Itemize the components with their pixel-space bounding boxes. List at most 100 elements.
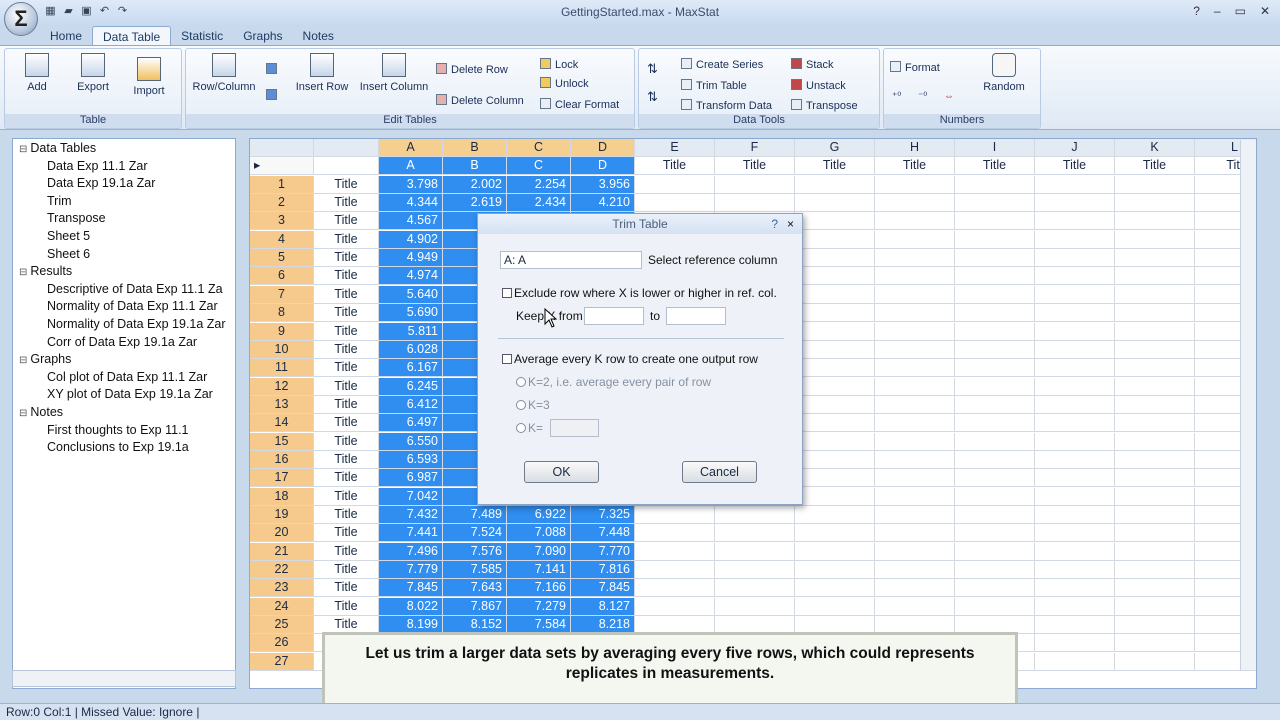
exclude-row-checkbox[interactable]	[502, 288, 512, 298]
table-cell[interactable]	[1035, 561, 1115, 580]
table-cell[interactable]	[1035, 414, 1115, 433]
table-cell[interactable]	[795, 322, 875, 341]
table-cell[interactable]	[1035, 359, 1115, 378]
row-header[interactable]: 12	[250, 377, 314, 396]
table-cell[interactable]	[1035, 175, 1115, 194]
table-cell[interactable]	[1115, 432, 1195, 451]
table-cell[interactable]	[875, 487, 955, 506]
row-title-cell[interactable]: Title	[314, 267, 379, 286]
tree-item[interactable]: Corr of Data Exp 19.1a Zar	[47, 335, 197, 349]
table-cell[interactable]	[795, 359, 875, 378]
table-cell[interactable]	[955, 524, 1035, 543]
cancel-button[interactable]: Cancel	[682, 461, 757, 483]
row-title-cell[interactable]: Title	[314, 542, 379, 561]
table-cell[interactable]	[795, 524, 875, 543]
tree-folder[interactable]: Notes	[19, 405, 63, 419]
column-header[interactable]: F	[715, 139, 795, 157]
table-cell[interactable]	[715, 579, 795, 598]
table-cell[interactable]	[1035, 450, 1115, 469]
table-cell[interactable]	[955, 285, 1035, 304]
k-custom-radio[interactable]	[516, 423, 526, 433]
table-cell[interactable]	[955, 469, 1035, 488]
table-cell[interactable]: 6.245	[379, 377, 443, 396]
table-cell[interactable]	[795, 432, 875, 451]
table-cell[interactable]: 7.166	[507, 579, 571, 598]
table-cell[interactable]	[955, 175, 1035, 194]
column-name-cell[interactable]: B	[443, 157, 507, 176]
column-header[interactable]: A	[379, 139, 443, 157]
table-cell[interactable]	[1115, 414, 1195, 433]
table-cell[interactable]: 7.643	[443, 579, 507, 598]
table-cell[interactable]	[1115, 377, 1195, 396]
table-cell[interactable]	[795, 304, 875, 323]
table-cell[interactable]: 7.496	[379, 542, 443, 561]
table-cell[interactable]	[1115, 212, 1195, 231]
table-cell[interactable]	[1115, 469, 1195, 488]
table-cell[interactable]	[795, 340, 875, 359]
table-cell[interactable]: 6.028	[379, 340, 443, 359]
table-cell[interactable]	[1115, 249, 1195, 268]
column-header[interactable]: E	[635, 139, 715, 157]
table-cell[interactable]	[635, 542, 715, 561]
table-cell[interactable]	[1115, 230, 1195, 249]
table-cell[interactable]	[715, 597, 795, 616]
table-cell[interactable]	[875, 506, 955, 524]
table-cell[interactable]	[875, 285, 955, 304]
column-header[interactable]: B	[443, 139, 507, 157]
table-cell[interactable]: 6.987	[379, 469, 443, 488]
row-title-cell[interactable]: Title	[314, 359, 379, 378]
minimize-button[interactable]: ‒	[1214, 4, 1221, 18]
table-cell[interactable]: 4.902	[379, 230, 443, 249]
table-cell[interactable]	[955, 230, 1035, 249]
table-cell[interactable]	[795, 249, 875, 268]
tree-item[interactable]: Data Exp 19.1a Zar	[47, 176, 155, 190]
table-cell[interactable]	[875, 561, 955, 580]
tab-data-table[interactable]: Data Table	[92, 26, 172, 46]
reference-column-select[interactable]: A: A	[500, 251, 642, 269]
table-cell[interactable]	[1035, 395, 1115, 414]
sort-descending-button[interactable]: ⇅	[647, 89, 658, 105]
table-cell[interactable]	[635, 561, 715, 580]
column-name-cell[interactable]: Title	[1115, 157, 1195, 176]
tree-item[interactable]: Transpose	[47, 211, 106, 225]
table-cell[interactable]	[1035, 304, 1115, 323]
table-cell[interactable]: 7.325	[571, 506, 635, 524]
tree-item[interactable]: XY plot of Data Exp 19.1a Zar	[47, 387, 213, 401]
row-title-cell[interactable]: Title	[314, 249, 379, 268]
column-name-cell[interactable]: Title	[715, 157, 795, 176]
table-cell[interactable]	[635, 579, 715, 598]
column-name-cell[interactable]: Title	[1035, 157, 1115, 176]
table-cell[interactable]: 6.412	[379, 395, 443, 414]
table-cell[interactable]	[875, 322, 955, 341]
tree-item[interactable]: Descriptive of Data Exp 11.1 Za	[47, 282, 223, 296]
table-cell[interactable]	[875, 267, 955, 286]
row-header[interactable]: 1	[250, 175, 314, 194]
row-header[interactable]: 23	[250, 579, 314, 598]
table-cell[interactable]	[1035, 597, 1115, 616]
row-header[interactable]: 3	[250, 212, 314, 231]
tree-folder[interactable]: Graphs	[19, 352, 71, 366]
grid-vertical-scrollbar[interactable]	[1240, 140, 1256, 670]
table-cell[interactable]: 6.550	[379, 432, 443, 451]
sort-ascending-button[interactable]: ⇅	[647, 61, 658, 77]
table-cell[interactable]	[875, 395, 955, 414]
table-cell[interactable]	[795, 487, 875, 506]
table-cell[interactable]	[1115, 175, 1195, 194]
table-cell[interactable]	[635, 175, 715, 194]
insert-column-button[interactable]: Insert Column	[356, 53, 432, 93]
table-cell[interactable]	[795, 579, 875, 598]
table-cell[interactable]	[955, 340, 1035, 359]
tree-item[interactable]: Sheet 6	[47, 247, 90, 261]
table-cell[interactable]	[795, 194, 875, 213]
row-pointer-icon[interactable]: ▸	[250, 157, 314, 176]
column-name-cell[interactable]: A	[379, 157, 443, 176]
clear-decimal-button[interactable]: ⇔	[944, 91, 954, 102]
column-name-cell[interactable]: Title	[635, 157, 715, 176]
unlock-button[interactable]: Unlock	[540, 77, 589, 90]
transpose-button[interactable]: Transpose	[791, 99, 858, 112]
row-title-cell[interactable]: Title	[314, 469, 379, 488]
tree-item[interactable]: Col plot of Data Exp 11.1 Zar	[47, 370, 207, 384]
tree-item[interactable]: Normality of Data Exp 11.1 Zar	[47, 299, 218, 313]
row-title-cell[interactable]: Title	[314, 432, 379, 451]
row-header[interactable]: 2	[250, 194, 314, 213]
